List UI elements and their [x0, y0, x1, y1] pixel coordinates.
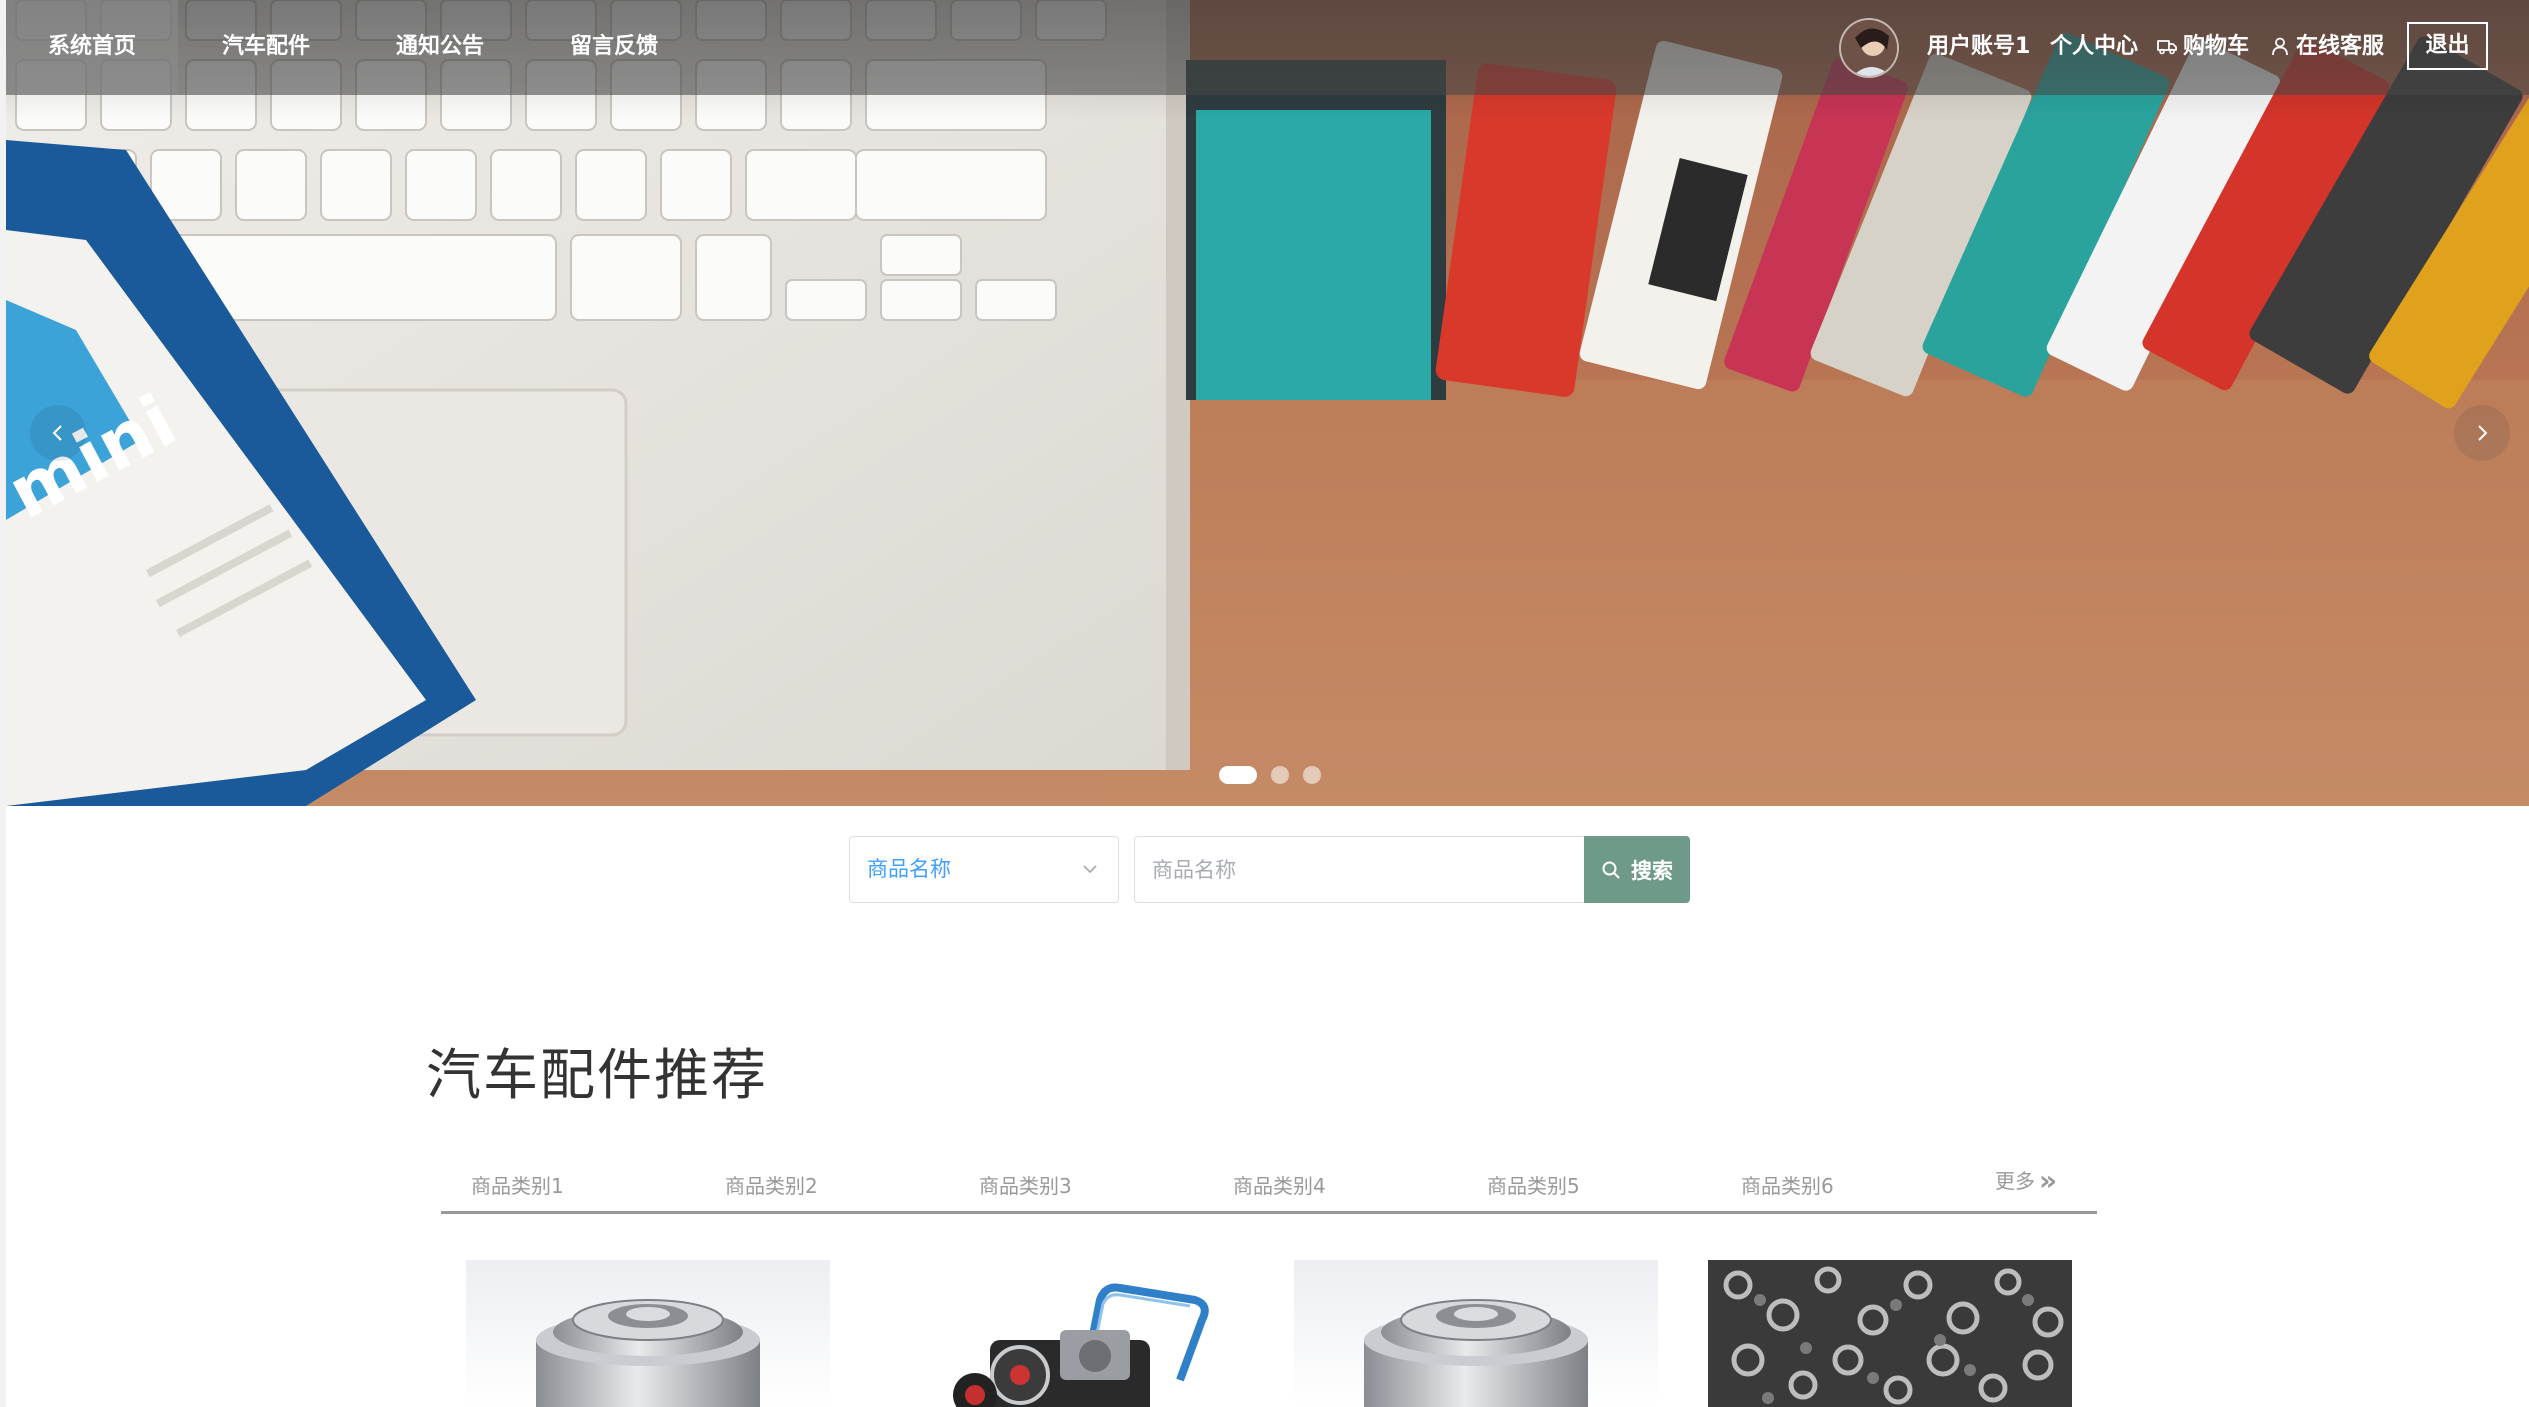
carousel-indicators	[1219, 766, 1321, 784]
product-image-metal-parts-pile	[1708, 1260, 2072, 1407]
product-card[interactable]	[1708, 1260, 2072, 1407]
nav-item-notices[interactable]: 通知公告	[354, 0, 526, 95]
carousel-slide: mini	[6, 0, 2529, 806]
category-tab-5[interactable]: 商品类别5	[1487, 1170, 1580, 1199]
cart-label: 购物车	[2183, 34, 2250, 59]
user-icon	[2272, 37, 2288, 56]
search-button-label: 搜索	[1631, 858, 1673, 883]
personal-center-link[interactable]: 个人中心	[2050, 0, 2138, 95]
cart-link[interactable]: 购物车	[2157, 0, 2249, 95]
product-card[interactable]	[466, 1260, 830, 1407]
nav-item-feedback[interactable]: 留言反馈	[528, 0, 700, 95]
online-service-label: 在线客服	[2296, 34, 2385, 59]
category-more-link[interactable]: 更多»	[1995, 1164, 2057, 1197]
chevron-left-icon	[52, 425, 62, 441]
carousel-dot-3[interactable]	[1303, 766, 1321, 784]
carousel-next-button[interactable]	[2454, 405, 2510, 461]
online-service-link[interactable]: 在线客服	[2270, 0, 2384, 95]
carousel-dot-1[interactable]	[1219, 766, 1257, 784]
carousel-image: mini	[6, 0, 2529, 806]
search-icon	[1602, 861, 1620, 879]
truck-icon	[2157, 40, 2177, 55]
carousel-dot-2[interactable]	[1271, 766, 1289, 784]
category-tabs: 商品类别1 商品类别2 商品类别3 商品类别4 商品类别5 商品类别6 更多»	[441, 1152, 2097, 1214]
section-title: 汽车配件推荐	[426, 1043, 769, 1107]
product-card[interactable]	[1294, 1260, 1658, 1407]
category-tab-4[interactable]: 商品类别4	[1233, 1170, 1326, 1199]
search-button[interactable]: 搜索	[1584, 836, 1690, 903]
page: mini 系统首页 汽车配件 通知公告 留言反馈 用户账号1 个人中心 购物车 …	[0, 0, 2529, 1407]
product-image-wheel-hub-bearing	[1294, 1260, 1658, 1407]
logout-button[interactable]: 退出	[2407, 22, 2488, 70]
search-field-select-value: 商品名称	[867, 857, 951, 881]
nav-item-home[interactable]: 系统首页	[6, 0, 178, 95]
category-more-label: 更多	[1995, 1169, 2035, 1193]
product-card[interactable]	[880, 1260, 1244, 1407]
double-chevron-right-icon: »	[2039, 1164, 2058, 1197]
category-tab-6[interactable]: 商品类别6	[1741, 1170, 1834, 1199]
product-image-wheel-hub-bearing	[466, 1260, 830, 1407]
carousel-prev-button[interactable]	[30, 405, 86, 461]
category-tab-1[interactable]: 商品类别1	[471, 1170, 564, 1199]
category-tab-2[interactable]: 商品类别2	[725, 1170, 818, 1199]
user-avatar[interactable]	[1839, 18, 1899, 78]
product-image-engine-cart	[880, 1260, 1244, 1407]
user-account-link[interactable]: 用户账号1	[1927, 0, 2030, 95]
search-field-select[interactable]: 商品名称	[849, 836, 1119, 903]
chevron-right-icon	[2478, 425, 2488, 441]
chevron-down-icon	[1083, 865, 1097, 874]
category-tab-3[interactable]: 商品类别3	[979, 1170, 1072, 1199]
search-input[interactable]	[1134, 836, 1586, 903]
nav-item-auto-parts[interactable]: 汽车配件	[180, 0, 352, 95]
